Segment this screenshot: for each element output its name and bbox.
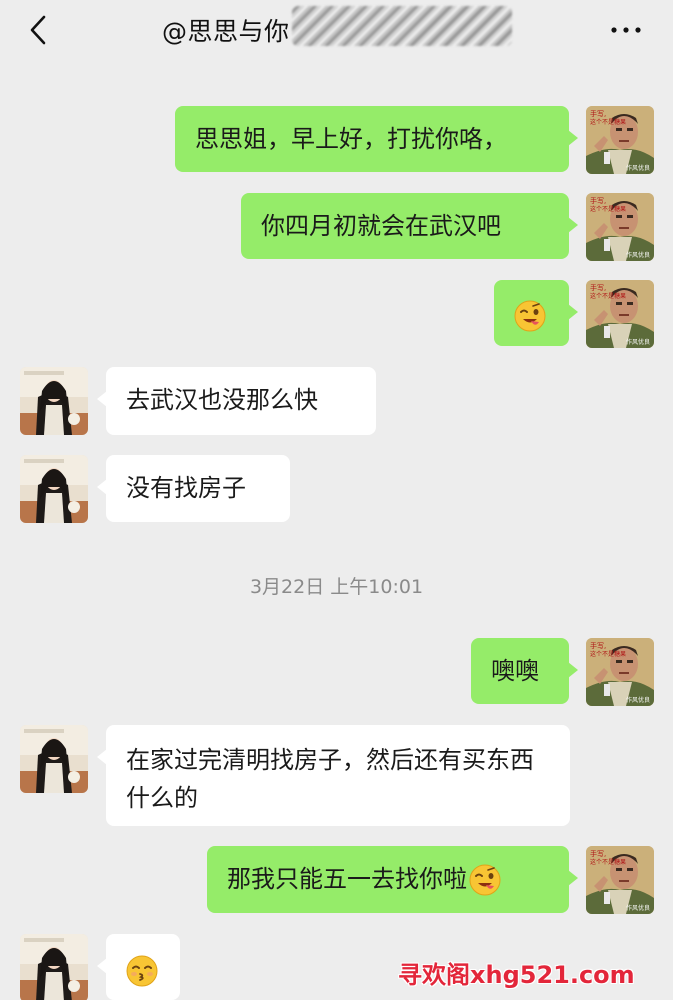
message-bubble-received[interactable]: 在家过完清明找房子，然后还有买东西什么的 [97,725,570,826]
contact-avatar[interactable] [20,725,88,793]
message-text: 思思姐，早上好，打扰你咯， [195,125,507,153]
my-avatar[interactable] [586,846,654,914]
message-bubble-sent[interactable]: 你四月初就会在武汉吧 [241,193,578,259]
message-bubble-received[interactable]: 没有找房子 [97,455,290,522]
my-avatar[interactable] [586,280,654,348]
contact-avatar[interactable] [20,934,88,1000]
site-watermark: 寻欢阁xhg521.com [398,961,635,989]
wink-tongue-emoji-icon [469,864,501,896]
message-text: 没有找房子 [126,474,246,502]
my-avatar[interactable] [586,638,654,706]
contact-avatar[interactable] [20,367,88,435]
my-avatar[interactable] [586,193,654,261]
message-text: 你四月初就会在武汉吧 [261,212,501,240]
chat-title: @思思与你 [162,17,290,46]
message-bubble-sent[interactable]: 噢噢 [471,638,578,704]
more-dots-icon[interactable] [608,20,644,40]
message-text: 在家过完清明找房子，然后还有买东西什么的 [126,746,534,812]
message-bubble-sent[interactable] [494,280,578,346]
redacted-scribble [292,6,512,46]
kissing-emoji-icon [126,955,158,987]
contact-avatar[interactable] [20,455,88,523]
message-bubble-sent[interactable]: 思思姐，早上好，打扰你咯， [175,106,578,172]
message-bubble-sent[interactable]: 那我只能五一去找你啦 [207,846,578,913]
message-timestamp: 3月22日 上午10:01 [249,576,424,598]
my-avatar[interactable] [586,106,654,174]
chat-header: @思思与你 [0,0,673,68]
message-text: 那我只能五一去找你啦 [227,865,467,893]
message-text: 去武汉也没那么快 [126,386,318,414]
wink-tongue-emoji-icon [514,300,546,332]
chevron-left-icon[interactable] [24,14,54,46]
message-text: 噢噢 [491,657,539,685]
message-bubble-received[interactable] [97,934,180,1000]
message-bubble-received[interactable]: 去武汉也没那么快 [97,367,376,435]
